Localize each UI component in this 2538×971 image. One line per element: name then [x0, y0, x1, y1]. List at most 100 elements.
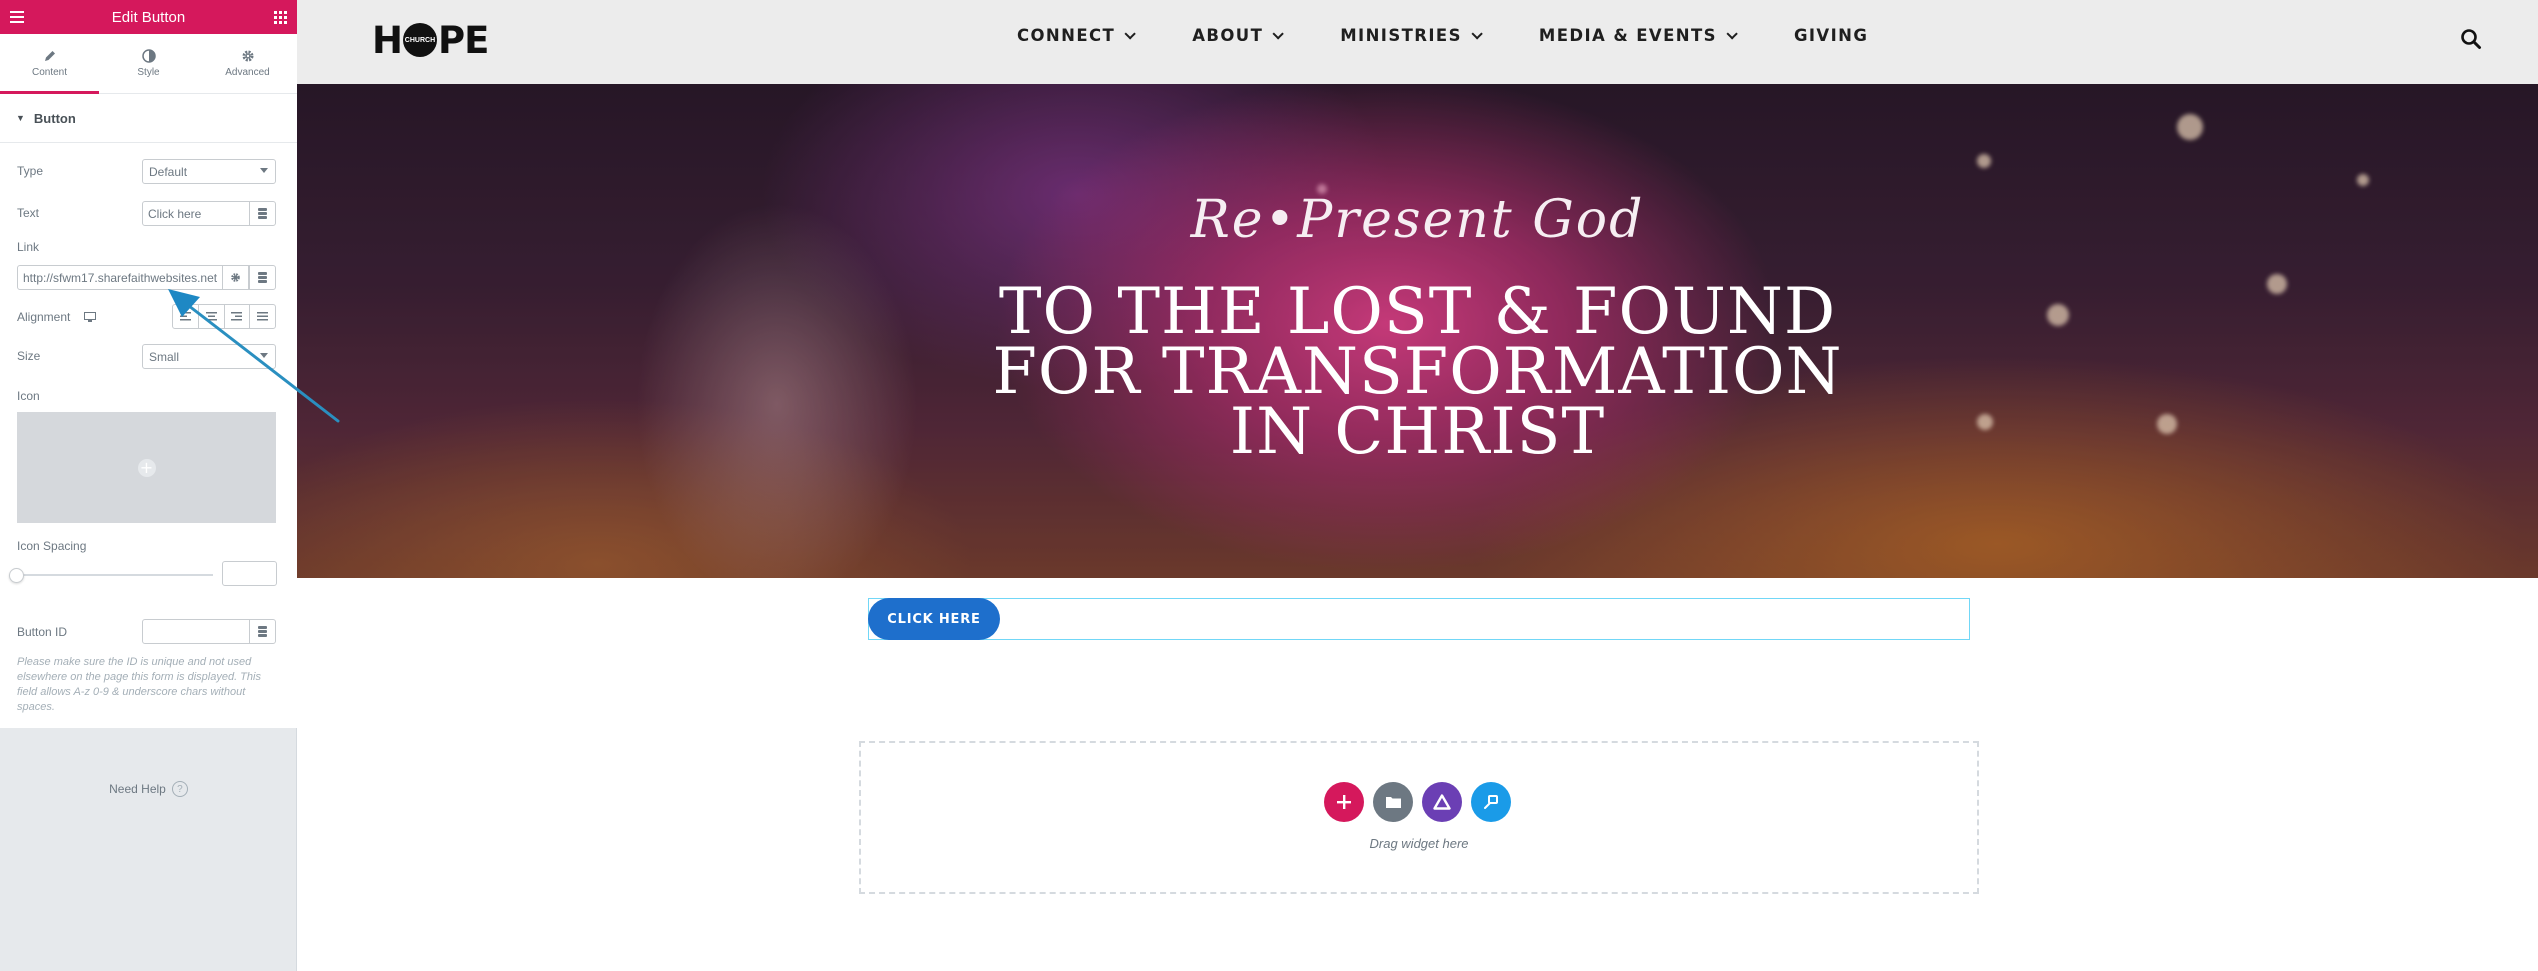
page-preview: H CHURCH PE CONNECT ABOUT MINISTRIES MED… [297, 0, 2538, 971]
nav-label: CONNECT [1017, 26, 1116, 45]
hamburger-menu-icon[interactable] [0, 0, 34, 34]
caret-down-icon: ▼ [16, 113, 25, 123]
nav-item-about[interactable]: ABOUT [1192, 26, 1285, 45]
chevron-down-icon [1272, 27, 1285, 40]
need-help-link[interactable]: Need Help ? [0, 781, 297, 797]
dropdown-arrow-icon [260, 168, 268, 173]
chevron-down-icon [1471, 27, 1483, 40]
hero-title-line: IN CHRIST [1229, 395, 1606, 469]
hero-title: TO THE LOST & FOUND FOR TRANSFORMATION I… [297, 275, 2538, 469]
nav-label: MEDIA & EVENTS [1538, 26, 1717, 45]
logo-letters-after: PE [437, 18, 489, 62]
icon-spacing-slider-track[interactable] [17, 574, 213, 576]
align-left-button[interactable] [172, 304, 199, 329]
type-select[interactable]: Default [142, 159, 276, 184]
chevron-down-icon [1124, 27, 1136, 40]
plus-circle-icon: + [137, 458, 156, 477]
text-input-value: Click here [148, 206, 202, 221]
panel-title: Edit Button [111, 8, 186, 26]
add-template-button[interactable] [1373, 782, 1413, 822]
link-url-input[interactable]: http://sfwm17.sharefaithwebsites.net [17, 265, 223, 290]
hero-title-line: FOR TRANSFORMATION [992, 335, 1843, 409]
nav-label: GIVING [1793, 26, 1869, 45]
alignment-choices [172, 304, 276, 329]
search-icon[interactable] [2460, 28, 2482, 50]
icon-spacing-number-input[interactable] [222, 561, 277, 586]
gear-icon [242, 50, 253, 62]
panel-tabs: Content Style Advanced [0, 34, 297, 94]
folder-icon [1385, 797, 1401, 808]
section-divider [0, 142, 297, 143]
contrast-icon [141, 49, 156, 63]
main-nav: CONNECT ABOUT MINISTRIES MEDIA & EVENTS … [1017, 26, 1928, 45]
database-icon [258, 272, 267, 283]
hero-section: Re•Present God TO THE LOST & FOUND FOR T… [297, 84, 2538, 578]
tab-advanced-label: Advanced [225, 67, 270, 78]
site-logo[interactable]: H CHURCH PE [372, 18, 489, 62]
link-label: Link [17, 240, 40, 254]
panel-controls: ▼ Button Type Default Text Click here Li… [0, 94, 297, 728]
align-right-icon [231, 312, 243, 321]
panel-header: Edit Button [0, 0, 297, 34]
button-widget-outline[interactable] [868, 598, 1970, 640]
tab-advanced[interactable]: Advanced [198, 34, 297, 93]
type-label: Type [17, 164, 44, 178]
size-label: Size [17, 349, 41, 363]
tab-content[interactable]: Content [0, 34, 99, 94]
nav-item-giving[interactable]: GIVING [1794, 26, 1868, 45]
size-select[interactable]: Small [142, 344, 276, 369]
add-new-section-button[interactable] [1324, 782, 1364, 822]
align-right-button[interactable] [223, 304, 251, 329]
add-kit-button[interactable] [1422, 782, 1462, 822]
logo-circle: CHURCH [402, 23, 437, 57]
triangle-icon [1433, 794, 1451, 810]
navigator-button[interactable] [1471, 782, 1511, 822]
pencil-icon [44, 51, 55, 61]
align-center-icon [205, 312, 217, 321]
button-id-description: Please make sure the ID is unique and no… [17, 656, 261, 713]
alignment-label: Alignment [17, 310, 71, 324]
dropdown-arrow-icon [260, 353, 268, 358]
icon-spacing-label: Icon Spacing [17, 539, 87, 553]
chevron-down-icon [1726, 27, 1738, 40]
nav-item-ministries[interactable]: MINISTRIES [1340, 26, 1483, 45]
nav-label: MINISTRIES [1340, 26, 1462, 45]
link-dynamic-tags-button[interactable] [249, 265, 276, 290]
align-left-icon [179, 312, 191, 321]
align-justify-icon [257, 312, 269, 321]
align-center-button[interactable] [197, 304, 225, 329]
widgets-grid-icon[interactable] [263, 0, 297, 34]
tab-style[interactable]: Style [99, 34, 198, 93]
question-icon: ? [171, 781, 188, 797]
align-justify-button[interactable] [249, 304, 276, 329]
drop-area-buttons [1324, 782, 1520, 822]
icon-spacing-slider-handle[interactable] [9, 568, 24, 583]
gear-icon [231, 273, 240, 282]
click-here-button[interactable]: CLICK HERE [868, 598, 1000, 640]
nav-item-connect[interactable]: CONNECT [1017, 26, 1136, 45]
nav-item-media-events[interactable]: MEDIA & EVENTS [1538, 26, 1738, 45]
size-select-value: Small [149, 349, 180, 364]
section-button-toggle[interactable]: ▼ Button [0, 108, 297, 128]
button-id-label: Button ID [17, 625, 68, 639]
button-id-dynamic-tags-button[interactable] [249, 619, 276, 644]
icon-label: Icon [17, 389, 40, 403]
tab-style-label: Style [137, 67, 160, 78]
hero-title-line: TO THE LOST & FOUND [998, 275, 1837, 349]
logo-letters-before: H [372, 18, 403, 62]
nav-label: ABOUT [1192, 26, 1264, 45]
link-url-value: http://sfwm17.sharefaithwebsites.net [23, 270, 218, 285]
text-input[interactable]: Click here [142, 201, 250, 226]
link-options-button[interactable] [222, 265, 249, 290]
icon-picker[interactable]: + [17, 412, 276, 523]
database-icon [258, 208, 267, 219]
desktop-icon[interactable] [84, 312, 96, 322]
dynamic-tags-button[interactable] [249, 201, 276, 226]
section-title: Button [33, 110, 76, 126]
site-header: H CHURCH PE CONNECT ABOUT MINISTRIES MED… [297, 0, 2538, 84]
button-id-input[interactable] [142, 619, 250, 644]
drag-widget-label: Drag widget here [1369, 836, 1469, 851]
plus-icon [1337, 795, 1351, 809]
tab-content-label: Content [31, 67, 68, 78]
text-label: Text [17, 206, 40, 220]
